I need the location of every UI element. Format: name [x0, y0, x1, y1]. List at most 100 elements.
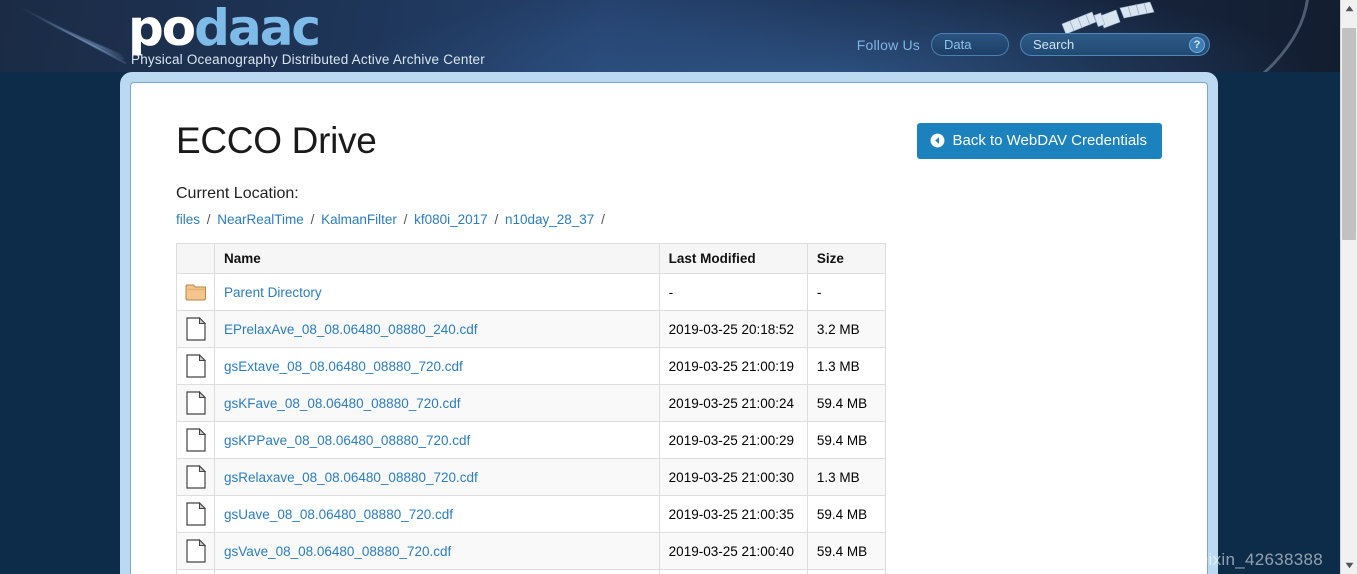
file-link[interactable]: gsVave_08_08.06480_08880_720.cdf: [224, 544, 451, 559]
size-cell: -: [806, 273, 887, 311]
file-name-cell: gsWave_08_08.06480_08880_720.cdf: [214, 569, 660, 574]
file-link[interactable]: gsKPPave_08_08.06480_08880_720.cdf: [224, 433, 470, 448]
file-icon: [178, 571, 214, 574]
file-name-cell: gsKFave_08_08.06480_08880_720.cdf: [214, 384, 660, 422]
size-cell: 59.4 MB: [806, 495, 887, 533]
breadcrumb-link-0[interactable]: files: [176, 212, 200, 227]
file-link[interactable]: gsExtave_08_08.06480_08880_720.cdf: [224, 359, 463, 374]
breadcrumb-link-1[interactable]: NearRealTime: [217, 212, 304, 227]
file-icon-cell: [175, 532, 216, 570]
column-header-size: Size: [806, 243, 887, 274]
breadcrumb-link-3[interactable]: kf080i_2017: [414, 212, 488, 227]
search-input[interactable]: [1021, 34, 1171, 55]
file-icon-cell: [175, 569, 216, 574]
breadcrumb: files / NearRealTime / KalmanFilter / kf…: [176, 212, 1162, 227]
last-modified-cell: 2019-03-25 21:00:44: [658, 569, 808, 574]
scroll-up-arrow-icon[interactable]: [1341, 0, 1357, 17]
file-icon: [178, 497, 214, 532]
file-name-cell: gsRelaxave_08_08.06480_08880_720.cdf: [214, 458, 660, 496]
column-header-name: Name: [214, 243, 660, 274]
size-cell: 1.3 MB: [806, 347, 887, 385]
table-row[interactable]: gsKPPave_08_08.06480_08880_720.cdf 2019-0…: [175, 421, 887, 459]
file-link[interactable]: gsUave_08_08.06480_08880_720.cdf: [224, 507, 453, 522]
header-navigation: Follow Us Data ?: [857, 33, 1210, 56]
file-icon-cell: [175, 421, 216, 459]
search-box[interactable]: ?: [1020, 33, 1210, 56]
vertical-scrollbar[interactable]: [1340, 0, 1357, 574]
column-header-last-modified: Last Modified: [658, 243, 808, 274]
scrollbar-thumb[interactable]: [1342, 28, 1356, 240]
file-name-cell: gsVave_08_08.06480_08880_720.cdf: [214, 532, 660, 570]
column-header-icon: [175, 243, 216, 274]
size-cell: 1.3 MB: [806, 458, 887, 496]
last-modified-cell: -: [658, 273, 808, 311]
last-modified-cell: 2019-03-25 21:00:19: [658, 347, 808, 385]
table-row[interactable]: EPrelaxAve_08_08.06480_08880_240.cdf 2019…: [175, 310, 887, 348]
file-icon: [178, 423, 214, 458]
table-row[interactable]: gsKFave_08_08.06480_08880_720.cdf 2019-03…: [175, 384, 887, 422]
file-icon-cell: [175, 347, 216, 385]
help-icon[interactable]: ?: [1189, 37, 1205, 53]
header-streak-decoration: [57, 26, 123, 57]
last-modified-cell: 2019-03-25 21:00:40: [658, 532, 808, 570]
file-icon: [178, 386, 214, 421]
file-link[interactable]: EPrelaxAve_08_08.06480_08880_240.cdf: [224, 322, 477, 337]
logo-text-po: po: [128, 0, 196, 57]
table-row[interactable]: gsVave_08_08.06480_08880_720.cdf 2019-03-…: [175, 532, 887, 570]
site-header: podaac Physical Oceanography Distributed…: [0, 0, 1340, 72]
breadcrumb-link-2[interactable]: KalmanFilter: [321, 212, 397, 227]
logo-text-daac: daac: [194, 0, 321, 57]
breadcrumb-separator: /: [203, 212, 215, 227]
file-listing-table: Name Last Modified Size Parent Directory…: [175, 243, 887, 574]
file-icon-cell: [175, 458, 216, 496]
file-table-header-row: Name Last Modified Size: [175, 243, 887, 274]
table-row[interactable]: gsUave_08_08.06480_08880_720.cdf 2019-03-…: [175, 495, 887, 533]
last-modified-cell: 2019-03-25 21:00:29: [658, 421, 808, 459]
file-link[interactable]: gsKFave_08_08.06480_08880_720.cdf: [224, 396, 460, 411]
table-row[interactable]: Parent Directory - -: [175, 273, 887, 311]
file-name-cell: gsKPPave_08_08.06480_08880_720.cdf: [214, 421, 660, 459]
arrow-circle-left-icon: [931, 133, 945, 148]
table-row[interactable]: gsExtave_08_08.06480_08880_720.cdf 2019-0…: [175, 347, 887, 385]
breadcrumb-separator: /: [399, 212, 412, 227]
header-streak-decoration: [37, 16, 125, 61]
file-link[interactable]: gsRelaxave_08_08.06480_08880_720.cdf: [224, 470, 478, 485]
size-cell: 59.4 MB: [806, 569, 887, 574]
size-cell: 59.4 MB: [806, 384, 887, 422]
content-card-inner: ECCO Drive Back to WebDAV Credentials Cu…: [130, 82, 1208, 574]
file-name-cell: gsExtave_08_08.06480_08880_720.cdf: [214, 347, 660, 385]
file-name-cell: Parent Directory: [214, 273, 660, 311]
table-row[interactable]: gsRelaxave_08_08.06480_08880_720.cdf 2019…: [175, 458, 887, 496]
table-row[interactable]: gsWave_08_08.06480_08880_720.cdf2019-03-…: [175, 569, 887, 574]
file-icon-cell: [175, 310, 216, 348]
file-name-cell: gsUave_08_08.06480_08880_720.cdf: [214, 495, 660, 533]
data-menu-button[interactable]: Data: [931, 33, 1009, 56]
breadcrumb-separator: /: [490, 212, 502, 227]
file-name-cell: EPrelaxAve_08_08.06480_08880_240.cdf: [214, 310, 660, 348]
file-table-body: Parent Directory - - EPrelaxAve_08_08.06480…: [175, 273, 887, 574]
breadcrumb-link-4[interactable]: n10day_28_37: [505, 212, 594, 227]
file-table-header: Name Last Modified Size: [175, 243, 887, 274]
file-icon: [178, 312, 214, 347]
scroll-down-arrow-icon[interactable]: [1341, 557, 1357, 574]
current-location-label: Current Location:: [176, 185, 299, 202]
file-icon: [178, 349, 214, 384]
follow-us-link[interactable]: Follow Us: [857, 37, 920, 53]
size-cell: 59.4 MB: [806, 421, 887, 459]
content-card: ECCO Drive Back to WebDAV Credentials Cu…: [120, 72, 1218, 574]
size-cell: 3.2 MB: [806, 310, 887, 348]
breadcrumb-separator: /: [597, 212, 605, 227]
last-modified-cell: 2019-03-25 21:00:30: [658, 458, 808, 496]
breadcrumb-separator: /: [306, 212, 319, 227]
file-icon-cell: [175, 273, 216, 311]
back-to-webdav-credentials-button[interactable]: Back to WebDAV Credentials: [917, 123, 1162, 159]
file-link[interactable]: Parent Directory: [224, 285, 322, 300]
last-modified-cell: 2019-03-25 21:00:35: [658, 495, 808, 533]
back-button-label: Back to WebDAV Credentials: [952, 132, 1147, 149]
file-icon-cell: [175, 384, 216, 422]
folder-icon: [178, 275, 214, 310]
size-cell: 59.4 MB: [806, 532, 887, 570]
podaac-logo[interactable]: podaac Physical Oceanography Distributed…: [128, 2, 485, 67]
file-icon: [178, 534, 214, 569]
title-row: ECCO Drive Back to WebDAV Credentials: [176, 113, 1162, 169]
